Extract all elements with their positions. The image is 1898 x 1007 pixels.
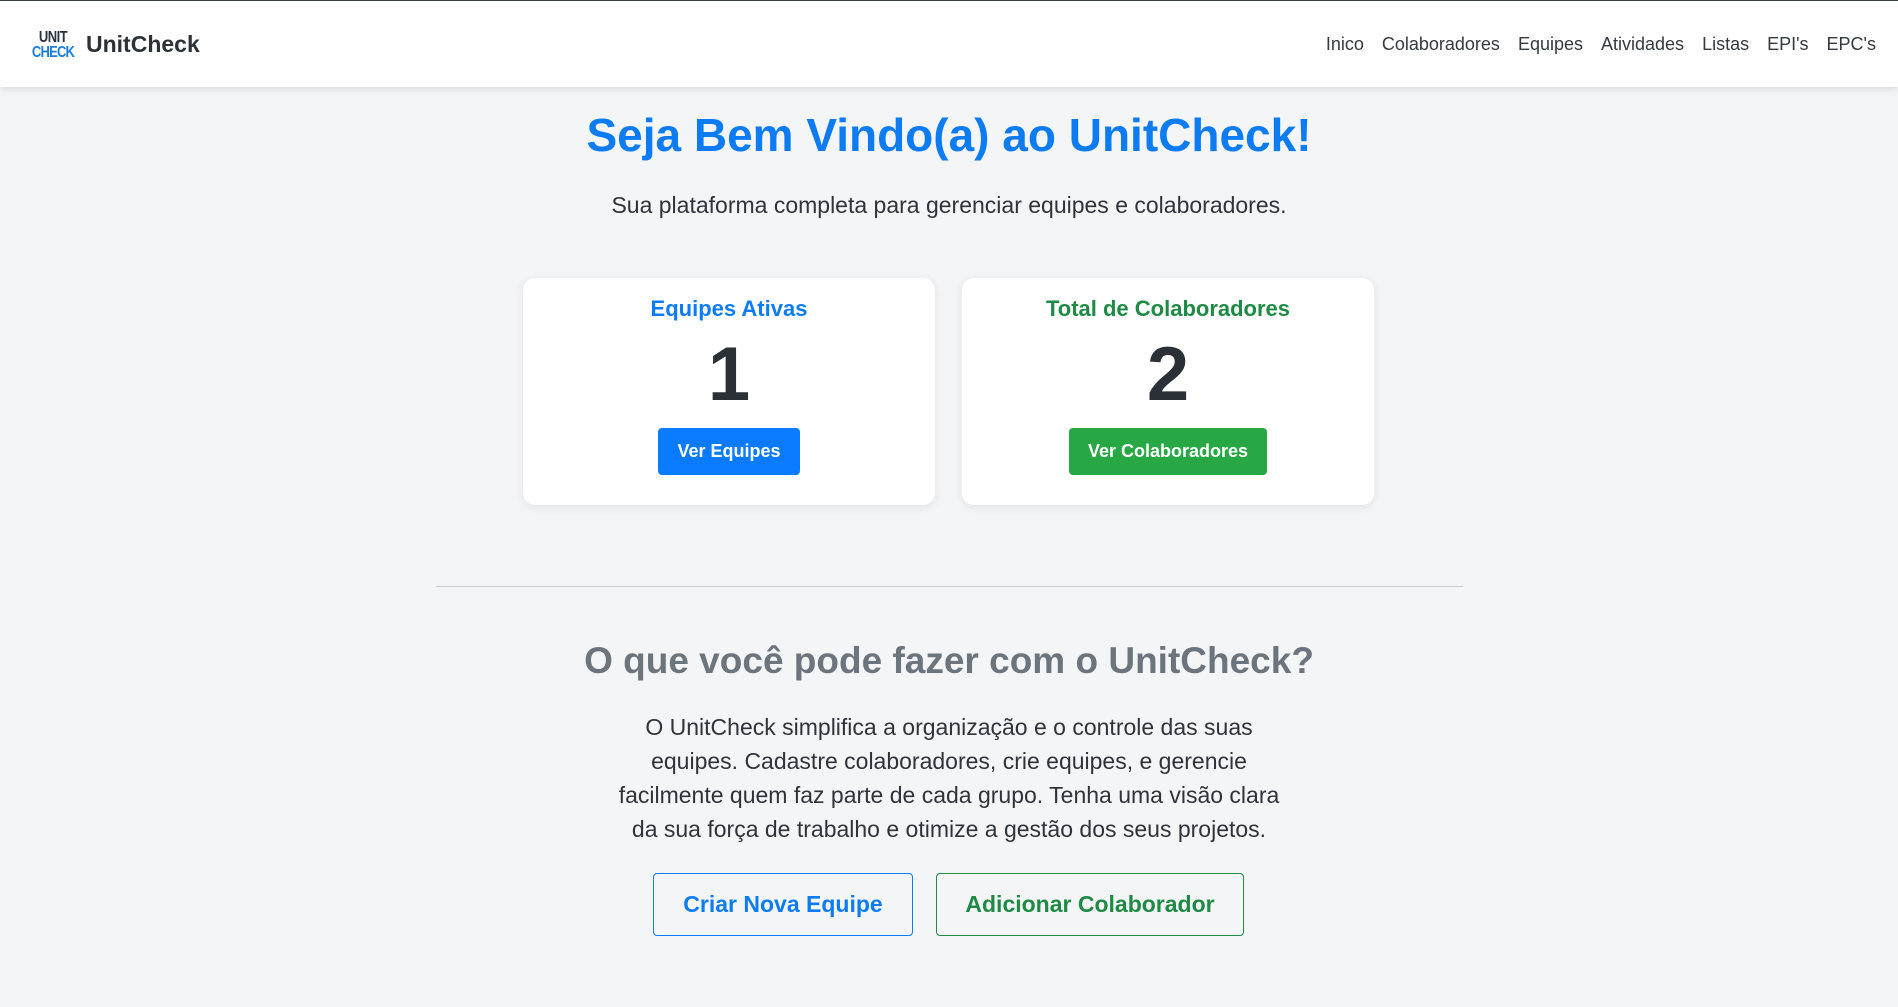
hero-title: Seja Bem Vindo(a) ao UnitCheck! [586,109,1312,161]
nav-link-listas[interactable]: Listas [1702,34,1749,55]
nav-link-atividades[interactable]: Atividades [1601,34,1684,55]
hero-subtitle: Sua plataforma completa para gerenciar e… [611,192,1287,218]
features-text: O UnitCheck simplifica a organização e o… [618,714,1280,842]
criar-nova-equipe-button[interactable]: Criar Nova Equipe [653,873,913,936]
logo-text-bottom: CHECK [31,42,75,61]
card-value: 2 [1146,332,1190,417]
adicionar-colaborador-button[interactable]: Adicionar Colaborador [936,873,1244,936]
nav-links: Inico Colaboradores Equipes Atividades L… [1326,34,1876,55]
card-equipes-ativas: Equipes Ativas 1 Ver Equipes [523,278,935,505]
card-title: Total de Colaboradores [1045,296,1291,321]
features-title: O que você pode fazer com o UnitCheck? [584,640,1314,681]
nav-link-epcs[interactable]: EPC's [1827,34,1876,55]
ver-colaboradores-button[interactable]: Ver Colaboradores [1068,428,1268,475]
nav-link-epis[interactable]: EPI's [1767,34,1808,55]
navbar: UNIT CHECK UnitCheck Inico Colaboradores… [0,0,1898,87]
brand[interactable]: UNIT CHECK UnitCheck [31,27,200,61]
card-value: 1 [707,332,751,417]
ver-equipes-button[interactable]: Ver Equipes [658,428,800,475]
card-total-colaboradores: Total de Colaboradores 2 Ver Colaborador… [962,278,1374,505]
section-divider [436,586,1463,587]
card-title: Equipes Ativas [650,296,808,321]
brand-name[interactable]: UnitCheck [86,31,200,58]
nav-link-equipes[interactable]: Equipes [1518,34,1583,55]
nav-link-inicio[interactable]: Inico [1326,34,1364,55]
nav-link-colaboradores[interactable]: Colaboradores [1382,34,1500,55]
unitcheck-logo: UNIT CHECK [31,27,75,61]
